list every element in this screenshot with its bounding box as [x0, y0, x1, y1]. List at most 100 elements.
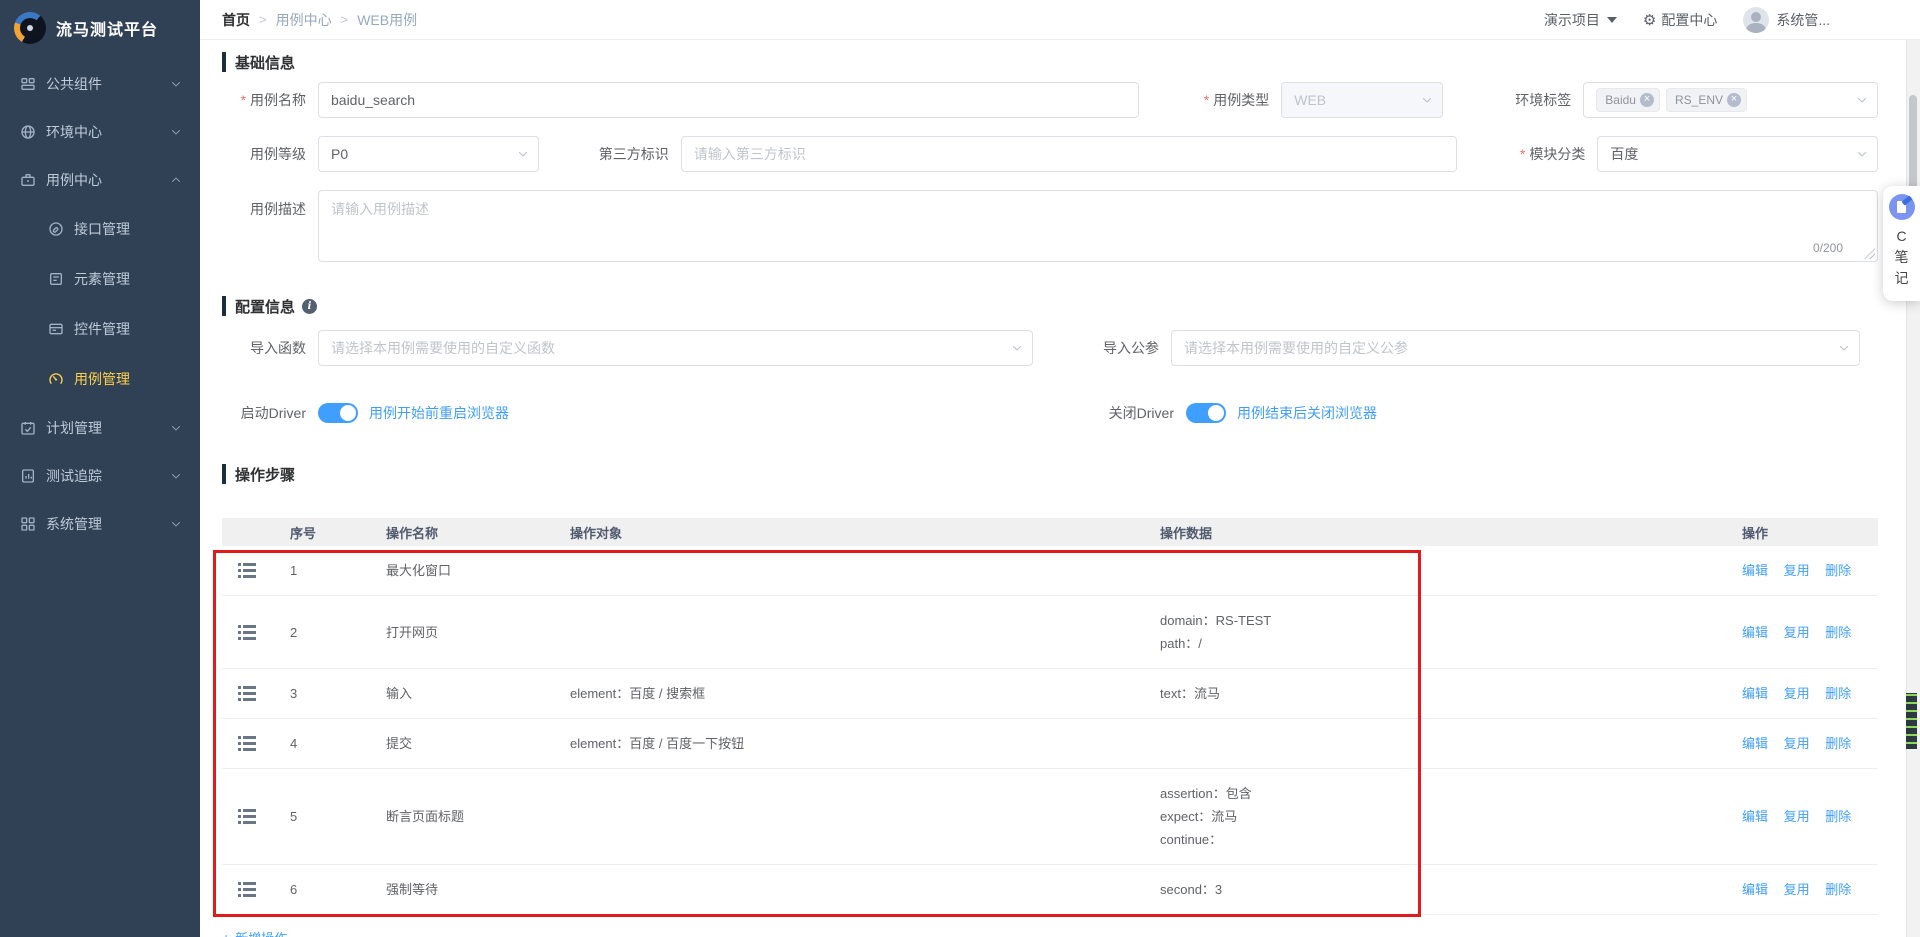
close-driver-hint: 用例结束后关闭浏览器: [1237, 405, 1377, 421]
step-target: element：百度 / 百度一下按钮: [570, 736, 745, 751]
edit-link[interactable]: 编辑: [1742, 882, 1768, 897]
scrollbar-track[interactable]: [1906, 40, 1920, 937]
sidebar-item-control-management[interactable]: 控件管理: [0, 304, 200, 354]
header-no: 序号: [290, 525, 317, 541]
case-level-select[interactable]: P0: [318, 136, 539, 172]
delete-link[interactable]: 删除: [1825, 625, 1851, 640]
delete-link[interactable]: 删除: [1825, 809, 1851, 824]
tag-close-icon[interactable]: [1727, 93, 1741, 107]
topbar-right: 演示项目 ⚙ 配置中心 系统管...: [1544, 6, 1830, 33]
copy-link[interactable]: 复用: [1784, 809, 1810, 824]
info-icon[interactable]: i: [302, 298, 318, 314]
form-row-1: 用例名称 用例类型 WEB 环境标签 Baidu RS_E: [222, 82, 1878, 118]
breadcrumb-case-center[interactable]: 用例中心: [276, 10, 332, 30]
delete-link[interactable]: 删除: [1825, 563, 1851, 578]
third-party-id-input[interactable]: [680, 136, 1458, 172]
form-row-description: 用例描述 0/200: [222, 190, 1878, 262]
edit-link[interactable]: 编辑: [1742, 686, 1768, 701]
description-field: 0/200: [318, 190, 1878, 262]
section-bar: [222, 464, 226, 484]
sidebar-item-system-management[interactable]: 系统管理: [0, 500, 200, 548]
delete-link[interactable]: 删除: [1825, 736, 1851, 751]
case-type-select[interactable]: WEB: [1281, 82, 1444, 118]
sidebar-item-env-center[interactable]: 环境中心: [0, 108, 200, 156]
step-actions: 编辑 复用 删除: [1716, 546, 1878, 595]
module-label: 模块分类: [1457, 144, 1597, 164]
sidebar-item-test-tracking[interactable]: 测试追踪: [0, 452, 200, 500]
breadcrumb-separator: >: [340, 12, 349, 27]
header-actions: 操作: [1742, 525, 1769, 541]
sidebar-item-api-management[interactable]: 接口管理: [0, 204, 200, 254]
copy-link[interactable]: 复用: [1784, 625, 1810, 640]
copy-link[interactable]: 复用: [1784, 736, 1810, 751]
main-area: 首页 > 用例中心 > WEB用例 演示项目 ⚙ 配置中心 系统管... 基础信…: [200, 0, 1920, 937]
sidebar-item-case-center[interactable]: 用例中心: [0, 156, 200, 204]
add-step-button[interactable]: 新增操作: [222, 928, 312, 937]
step-name: 强制等待: [386, 882, 439, 897]
close-driver-label: 关闭Driver: [1108, 405, 1174, 421]
copy-link[interactable]: 复用: [1784, 882, 1810, 897]
chevron-down-icon: [1856, 148, 1868, 160]
app-root: 流马测试平台 公共组件 环境中心 用例中心 接口管理 元素管理 控件管理 用例管…: [0, 0, 1920, 937]
chart-doc-icon: [20, 468, 36, 484]
case-level-label: 用例等级: [250, 146, 306, 162]
step-name: 提交: [386, 736, 413, 751]
delete-link[interactable]: 删除: [1825, 686, 1851, 701]
drag-handle-icon[interactable]: [238, 736, 270, 751]
tag-close-icon[interactable]: [1639, 93, 1654, 107]
breadcrumb-home[interactable]: 首页: [222, 10, 250, 30]
sidebar-item-plan-management[interactable]: 计划管理: [0, 404, 200, 452]
description-textarea[interactable]: [319, 191, 1877, 261]
note-widget[interactable]: C笔记: [1883, 186, 1920, 301]
step-target: [560, 877, 1150, 903]
edit-link[interactable]: 编辑: [1742, 736, 1768, 751]
globe-icon: [20, 124, 36, 140]
import-params-select[interactable]: 请选择本用例需要使用的自定义公参: [1171, 330, 1860, 366]
section-bar: [222, 296, 226, 316]
drag-handle-icon[interactable]: [238, 882, 270, 897]
case-name-input[interactable]: [318, 82, 1140, 118]
edit-link[interactable]: 编辑: [1742, 563, 1768, 578]
step-actions: 编辑 复用 删除: [1716, 608, 1878, 657]
env-tag: Baidu: [1596, 88, 1660, 112]
sidebar-item-case-management[interactable]: 用例管理: [0, 354, 200, 404]
edit-link[interactable]: 编辑: [1742, 809, 1768, 824]
env-tags-select[interactable]: Baidu RS_ENV: [1583, 82, 1878, 118]
delete-link[interactable]: 删除: [1825, 882, 1851, 897]
close-driver-toggle[interactable]: [1186, 403, 1226, 423]
drag-handle-icon[interactable]: [238, 809, 270, 824]
start-driver-toggle[interactable]: [318, 403, 358, 423]
edit-link[interactable]: 编辑: [1742, 625, 1768, 640]
table-row: 2 打开网页 domain：RS-TEST path：/ 编辑 复用 删除: [222, 596, 1878, 669]
drag-handle-icon[interactable]: [238, 625, 270, 640]
step-no: 4: [290, 736, 298, 751]
step-name: 输入: [386, 686, 413, 701]
drag-handle-icon[interactable]: [238, 686, 270, 701]
project-dropdown[interactable]: 演示项目: [1544, 10, 1617, 30]
app-logo-icon: [14, 12, 46, 44]
header-data: 操作数据: [1160, 525, 1213, 541]
step-name: 打开网页: [386, 624, 439, 640]
form-row-2: 用例等级 P0 第三方标识 模块分类 百度: [222, 136, 1878, 172]
sidebar-item-common-components[interactable]: 公共组件: [0, 60, 200, 108]
copy-link[interactable]: 复用: [1784, 563, 1810, 578]
sidebar-item-element-management[interactable]: 元素管理: [0, 254, 200, 304]
chevron-down-icon: [170, 518, 182, 530]
module-select[interactable]: 百度: [1597, 136, 1878, 172]
scrollbar-extension-badge[interactable]: [1903, 688, 1920, 754]
chevron-down-icon: [1838, 342, 1850, 354]
steps-table-body: 1 最大化窗口 编辑 复用 删除 2 打开网页 domain：RS-TEST p…: [222, 546, 1878, 915]
import-functions-select[interactable]: 请选择本用例需要使用的自定义函数: [318, 330, 1033, 366]
step-target: [560, 558, 1150, 584]
drag-handle-icon[interactable]: [238, 563, 270, 578]
config-center-button[interactable]: ⚙ 配置中心: [1643, 10, 1717, 30]
step-no: 6: [290, 882, 298, 897]
copy-link[interactable]: 复用: [1784, 686, 1810, 701]
table-row: 1 最大化窗口 编辑 复用 删除: [222, 546, 1878, 596]
user-menu[interactable]: 系统管...: [1743, 6, 1830, 33]
element-icon: [48, 271, 64, 287]
briefcase-icon: [20, 172, 36, 188]
step-name: 最大化窗口: [386, 563, 452, 578]
breadcrumb: 首页 > 用例中心 > WEB用例: [222, 10, 417, 30]
start-driver-hint: 用例开始前重启浏览器: [369, 405, 509, 421]
